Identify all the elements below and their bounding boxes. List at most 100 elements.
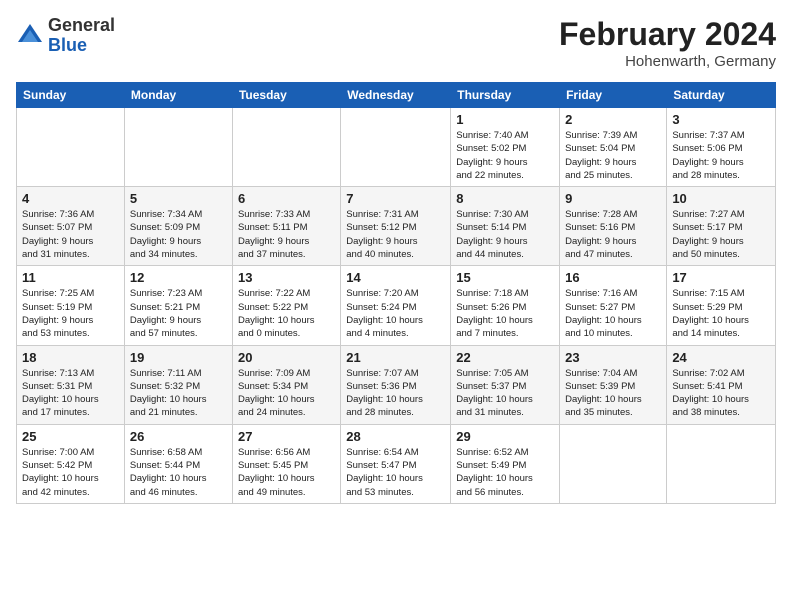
calendar-cell: 24 Sunrise: 7:02 AM Sunset: 5:41 PM Dayli… [667,345,776,424]
calendar-cell: 5Sunrise: 7:34 AM Sunset: 5:09 PM Daylig… [124,187,232,266]
day-number: 2 [565,112,661,127]
day-number: 26 [130,429,227,444]
weekday-header-tuesday: Tuesday [232,83,340,108]
day-info: Sunrise: 7:25 AM Sunset: 5:19 PM Dayligh… [22,287,119,340]
calendar-cell [341,108,451,187]
calendar-cell: 26 Sunrise: 6:58 AM Sunset: 5:44 PM Dayli… [124,424,232,503]
day-info: Sunrise: 7:02 AM Sunset: 5:41 PM Dayligh… [672,367,770,420]
day-info: Sunrise: 7:05 AM Sunset: 5:37 PM Dayligh… [456,367,554,420]
calendar-cell: 17Sunrise: 7:15 AM Sunset: 5:29 PM Dayli… [667,266,776,345]
day-info: Sunrise: 7:31 AM Sunset: 5:12 PM Dayligh… [346,208,445,261]
calendar-cell: 21 Sunrise: 7:07 AM Sunset: 5:36 PM Dayli… [341,345,451,424]
day-info: Sunrise: 7:18 AM Sunset: 5:26 PM Dayligh… [456,287,554,340]
day-info: Sunrise: 7:23 AM Sunset: 5:21 PM Dayligh… [130,287,227,340]
calendar-cell: 15 Sunrise: 7:18 AM Sunset: 5:26 PM Dayli… [451,266,560,345]
calendar-week-1: 1 Sunrise: 7:40 AM Sunset: 5:02 PM Daylig… [17,108,776,187]
day-number: 21 [346,350,445,365]
day-info: Sunrise: 7:13 AM Sunset: 5:31 PM Dayligh… [22,367,119,420]
calendar-cell: 25 Sunrise: 7:00 AM Sunset: 5:42 PM Dayli… [17,424,125,503]
day-info: Sunrise: 7:09 AM Sunset: 5:34 PM Dayligh… [238,367,335,420]
logo-general-label: General [48,16,115,36]
calendar-cell: 1 Sunrise: 7:40 AM Sunset: 5:02 PM Daylig… [451,108,560,187]
day-number: 23 [565,350,661,365]
location-label: Hohenwarth, Germany [559,53,776,70]
day-number: 9 [565,191,661,206]
calendar-cell: 4 Sunrise: 7:36 AM Sunset: 5:07 PM Daylig… [17,187,125,266]
day-number: 15 [456,270,554,285]
weekday-header-monday: Monday [124,83,232,108]
calendar-cell: 2 Sunrise: 7:39 AM Sunset: 5:04 PM Daylig… [560,108,667,187]
calendar-cell: 23Sunrise: 7:04 AM Sunset: 5:39 PM Dayli… [560,345,667,424]
day-number: 13 [238,270,335,285]
day-info: Sunrise: 7:27 AM Sunset: 5:17 PM Dayligh… [672,208,770,261]
day-number: 7 [346,191,445,206]
calendar-cell: 29 Sunrise: 6:52 AM Sunset: 5:49 PM Dayli… [451,424,560,503]
weekday-header-row: SundayMondayTuesdayWednesdayThursdayFrid… [17,83,776,108]
calendar-week-2: 4 Sunrise: 7:36 AM Sunset: 5:07 PM Daylig… [17,187,776,266]
day-number: 4 [22,191,119,206]
day-info: Sunrise: 7:37 AM Sunset: 5:06 PM Dayligh… [672,129,770,182]
calendar-cell [17,108,125,187]
weekday-header-sunday: Sunday [17,83,125,108]
calendar-cell: 14Sunrise: 7:20 AM Sunset: 5:24 PM Dayli… [341,266,451,345]
day-info: Sunrise: 6:58 AM Sunset: 5:44 PM Dayligh… [130,446,227,499]
calendar-table: SundayMondayTuesdayWednesdayThursdayFrid… [16,82,776,504]
day-number: 24 [672,350,770,365]
day-info: Sunrise: 7:22 AM Sunset: 5:22 PM Dayligh… [238,287,335,340]
day-info: Sunrise: 7:11 AM Sunset: 5:32 PM Dayligh… [130,367,227,420]
day-info: Sunrise: 7:34 AM Sunset: 5:09 PM Dayligh… [130,208,227,261]
calendar-cell: 27Sunrise: 6:56 AM Sunset: 5:45 PM Dayli… [232,424,340,503]
calendar-cell [667,424,776,503]
day-number: 18 [22,350,119,365]
calendar-cell: 20 Sunrise: 7:09 AM Sunset: 5:34 PM Dayli… [232,345,340,424]
logo-icon [16,22,44,50]
calendar-cell: 10Sunrise: 7:27 AM Sunset: 5:17 PM Dayli… [667,187,776,266]
calendar-cell [124,108,232,187]
day-info: Sunrise: 7:33 AM Sunset: 5:11 PM Dayligh… [238,208,335,261]
calendar-week-4: 18 Sunrise: 7:13 AM Sunset: 5:31 PM Dayli… [17,345,776,424]
day-number: 12 [130,270,227,285]
calendar-cell: 28Sunrise: 6:54 AM Sunset: 5:47 PM Dayli… [341,424,451,503]
day-info: Sunrise: 7:07 AM Sunset: 5:36 PM Dayligh… [346,367,445,420]
day-number: 17 [672,270,770,285]
day-number: 20 [238,350,335,365]
calendar-cell [232,108,340,187]
weekday-header-wednesday: Wednesday [341,83,451,108]
day-info: Sunrise: 7:28 AM Sunset: 5:16 PM Dayligh… [565,208,661,261]
day-number: 25 [22,429,119,444]
day-number: 22 [456,350,554,365]
calendar-week-3: 11 Sunrise: 7:25 AM Sunset: 5:19 PM Dayli… [17,266,776,345]
day-info: Sunrise: 7:20 AM Sunset: 5:24 PM Dayligh… [346,287,445,340]
calendar-week-5: 25 Sunrise: 7:00 AM Sunset: 5:42 PM Dayli… [17,424,776,503]
weekday-header-friday: Friday [560,83,667,108]
day-number: 19 [130,350,227,365]
month-year-title: February 2024 [559,16,776,53]
day-info: Sunrise: 6:54 AM Sunset: 5:47 PM Dayligh… [346,446,445,499]
page-header: General Blue February 2024 Hohenwarth, G… [16,16,776,70]
day-info: Sunrise: 7:16 AM Sunset: 5:27 PM Dayligh… [565,287,661,340]
day-number: 11 [22,270,119,285]
logo-text: General Blue [48,16,115,56]
calendar-cell: 9 Sunrise: 7:28 AM Sunset: 5:16 PM Daylig… [560,187,667,266]
day-info: Sunrise: 7:36 AM Sunset: 5:07 PM Dayligh… [22,208,119,261]
calendar-cell: 12 Sunrise: 7:23 AM Sunset: 5:21 PM Dayli… [124,266,232,345]
day-number: 29 [456,429,554,444]
weekday-header-thursday: Thursday [451,83,560,108]
calendar-cell: 16 Sunrise: 7:16 AM Sunset: 5:27 PM Dayli… [560,266,667,345]
calendar-cell: 19 Sunrise: 7:11 AM Sunset: 5:32 PM Dayli… [124,345,232,424]
day-info: Sunrise: 7:00 AM Sunset: 5:42 PM Dayligh… [22,446,119,499]
day-info: Sunrise: 7:40 AM Sunset: 5:02 PM Dayligh… [456,129,554,182]
day-info: Sunrise: 6:56 AM Sunset: 5:45 PM Dayligh… [238,446,335,499]
day-info: Sunrise: 7:30 AM Sunset: 5:14 PM Dayligh… [456,208,554,261]
day-info: Sunrise: 7:39 AM Sunset: 5:04 PM Dayligh… [565,129,661,182]
calendar-cell: 18 Sunrise: 7:13 AM Sunset: 5:31 PM Dayli… [17,345,125,424]
day-number: 8 [456,191,554,206]
calendar-cell: 13 Sunrise: 7:22 AM Sunset: 5:22 PM Dayli… [232,266,340,345]
title-block: February 2024 Hohenwarth, Germany [559,16,776,70]
day-number: 1 [456,112,554,127]
calendar-cell: 6Sunrise: 7:33 AM Sunset: 5:11 PM Daylig… [232,187,340,266]
day-info: Sunrise: 6:52 AM Sunset: 5:49 PM Dayligh… [456,446,554,499]
logo: General Blue [16,16,115,56]
logo-blue-label: Blue [48,36,115,56]
day-number: 16 [565,270,661,285]
